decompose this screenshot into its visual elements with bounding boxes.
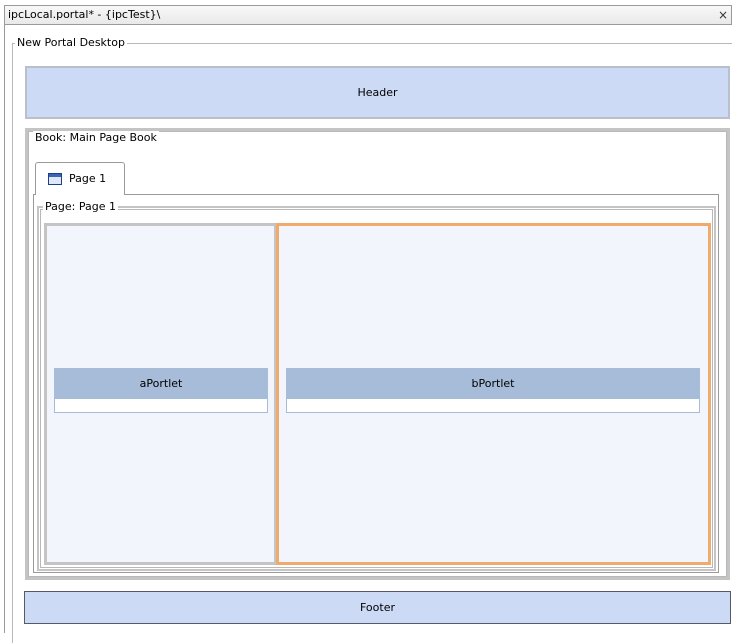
portlet-title-bar[interactable]: aPortlet <box>54 368 268 399</box>
book-label: Book: Main Page Book <box>33 131 159 145</box>
page-label: Page: Page 1 <box>43 200 118 214</box>
portlet-body <box>286 399 700 413</box>
portlet-b[interactable]: bPortlet <box>286 368 700 414</box>
portlet-title: aPortlet <box>139 377 183 390</box>
footer-label: Footer <box>360 601 395 614</box>
portlet-body <box>54 399 268 413</box>
editor-title: ipcLocal.portal* - {ipcTest}\ <box>8 8 161 21</box>
desktop-label: New Portal Desktop <box>15 36 127 50</box>
footer-region[interactable]: Footer <box>24 591 731 624</box>
tab-label: Page 1 <box>69 172 107 185</box>
editor-tab-title-bar[interactable]: ipcLocal.portal* - {ipcTest}\ × <box>4 5 732 25</box>
portlet-title-bar[interactable]: bPortlet <box>286 368 700 399</box>
portal-editor: ipcLocal.portal* - {ipcTest}\ × New Port… <box>0 0 732 643</box>
header-label: Header <box>357 86 398 99</box>
tab-page-1[interactable]: Page 1 <box>35 162 125 195</box>
close-icon[interactable]: × <box>718 8 728 22</box>
portlet-a[interactable]: aPortlet <box>54 368 268 414</box>
header-region[interactable]: Header <box>25 66 730 119</box>
portlet-title: bPortlet <box>471 377 515 390</box>
editor-left-border <box>4 25 5 633</box>
page-icon <box>48 173 62 185</box>
